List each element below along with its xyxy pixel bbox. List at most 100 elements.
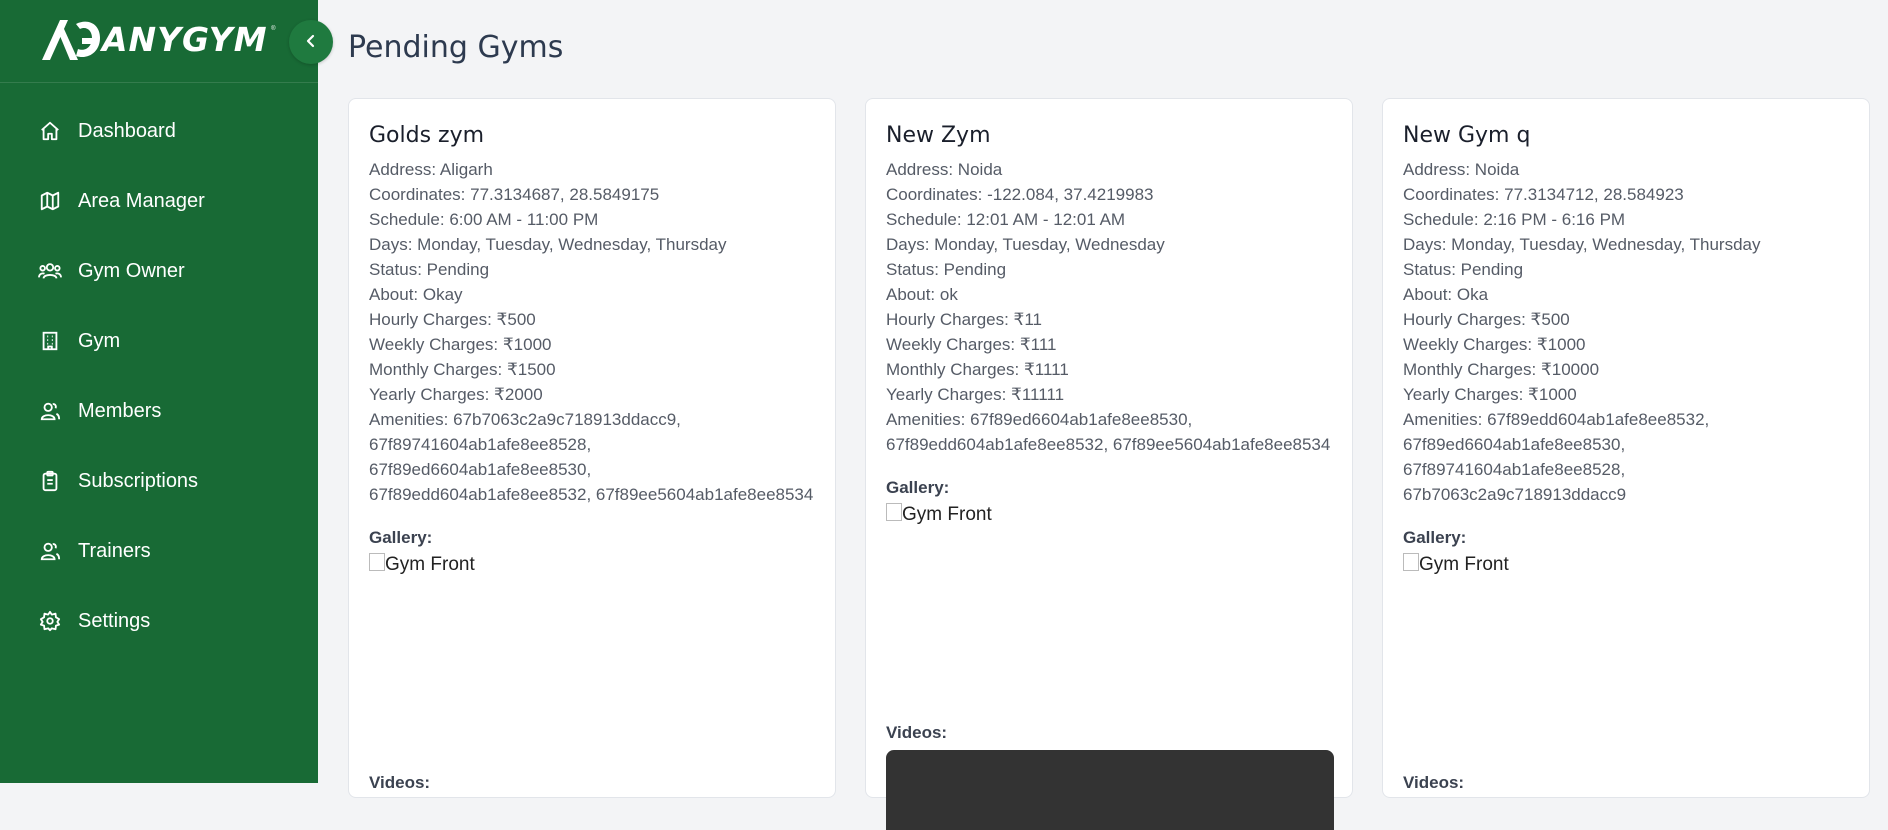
gym-about: About: Oka [1403,285,1489,304]
gym-amenities: 67f89edd604ab1afe8ee8532, 67f89ee5604ab1… [369,485,814,504]
user-pair-icon [38,539,62,563]
gym-schedule: Schedule: 2:16 PM - 6:16 PM [1403,210,1626,229]
gym-amenities: Amenities: 67f89edd604ab1afe8ee8532, [1403,410,1710,429]
page-title: Pending Gyms [348,30,564,65]
trademark-mark: ® [271,25,276,32]
gym-coordinates: Coordinates: -122.084, 37.4219983 [886,185,1154,204]
chevron-left-icon [304,34,318,51]
gym-status: Status: Pending [886,260,1007,279]
gym-amenities: 67f89edd604ab1afe8ee8532, 67f89ee5604ab1… [886,435,1331,454]
videos-heading: Videos: [886,723,948,742]
videos-heading: Videos: [369,773,431,792]
brand-logo[interactable]: ANYGYM ® [38,16,276,62]
gym-yearly-charges: Yearly Charges: ₹11111 [886,385,1065,404]
sidebar-item-trainers[interactable]: Trainers [0,516,318,586]
gym-days: Days: Monday, Tuesday, Wednesday, Thursd… [369,235,727,254]
gym-name: New Gym q [1403,123,1531,148]
map-icon [38,189,62,213]
sidebar-item-label: Gym [78,329,121,352]
gym-address: Address: Noida [886,160,1003,179]
gym-amenities: 67f89741604ab1afe8ee8528, [1403,460,1626,479]
broken-image-icon [1403,553,1419,571]
sidebar-item-settings[interactable]: Settings [0,586,318,656]
gym-amenities: 67b7063c2a9c718913ddacc9 [1403,485,1627,504]
sidebar-item-label: Trainers [78,539,151,562]
gym-amenities: Amenities: 67f89ed6604ab1afe8ee8530, [886,410,1193,429]
gym-address: Address: Noida [1403,160,1520,179]
gym-yearly-charges: Yearly Charges: ₹1000 [1403,385,1577,404]
gym-weekly-charges: Weekly Charges: ₹1000 [369,335,552,354]
collapse-sidebar-button[interactable] [289,20,333,64]
gym-yearly-charges: Yearly Charges: ₹2000 [369,385,543,404]
gym-coordinates: Coordinates: 77.3134712, 28.584923 [1403,185,1684,204]
home-icon [38,119,62,143]
gallery-image[interactable]: Gym Front [886,503,1332,527]
gallery-image-alt: Gym Front [902,504,992,525]
sidebar-item-gym-owner[interactable]: Gym Owner [0,236,318,306]
gallery-area [1403,577,1849,752]
sidebar-item-label: Dashboard [78,119,176,142]
video-player[interactable] [886,750,1334,830]
gym-card: Golds zym Address: Aligarh Coordinates: … [348,98,836,798]
gym-amenities: 67f89ed6604ab1afe8ee8530, [1403,435,1626,454]
gallery-heading: Gallery: [886,478,950,497]
main-content: Pending Gyms Golds zym Address: Aligarh … [318,0,1888,830]
sidebar-item-dashboard[interactable]: Dashboard [0,96,318,166]
gym-weekly-charges: Weekly Charges: ₹1000 [1403,335,1586,354]
gallery-image[interactable]: Gym Front [369,553,815,577]
gym-card: New Gym q Address: Noida Coordinates: 77… [1382,98,1870,798]
gym-amenities: Amenities: 67b7063c2a9c718913ddacc9, [369,410,681,429]
brand-mark-icon [42,20,100,60]
users-icon [38,259,62,283]
gym-hourly-charges: Hourly Charges: ₹500 [369,310,536,329]
user-pair-icon [38,399,62,423]
gym-days: Days: Monday, Tuesday, Wednesday, Thursd… [1403,235,1761,254]
gym-monthly-charges: Monthly Charges: ₹1111 [886,360,1069,379]
logo-bar: ANYGYM ® [0,0,318,83]
sidebar-item-subscriptions[interactable]: Subscriptions [0,446,318,516]
gym-status: Status: Pending [1403,260,1524,279]
brand-wordmark: ANYGYM ® [102,19,276,59]
gallery-area [369,577,815,752]
brand-name: ANYGYM [102,19,268,59]
sidebar-item-gym[interactable]: Gym [0,306,318,376]
gym-amenities: 67f89741604ab1afe8ee8528, [369,435,592,454]
gym-monthly-charges: Monthly Charges: ₹1500 [369,360,556,379]
sidebar-nav: Dashboard Area Manager Gym Owner Gym Mem… [0,96,318,656]
sidebar-item-label: Settings [78,609,151,632]
gallery-area [886,527,1332,702]
building-icon [38,329,62,353]
gym-coordinates: Coordinates: 77.3134687, 28.5849175 [369,185,660,204]
gym-about: About: Okay [369,285,463,304]
gym-schedule: Schedule: 12:01 AM - 12:01 AM [886,210,1126,229]
sidebar-item-label: Gym Owner [78,259,185,282]
gym-about: About: ok [886,285,958,304]
gym-monthly-charges: Monthly Charges: ₹10000 [1403,360,1600,379]
gear-icon [38,609,62,633]
gallery-image-alt: Gym Front [1419,554,1509,575]
gym-weekly-charges: Weekly Charges: ₹111 [886,335,1057,354]
broken-image-icon [369,553,385,571]
gym-address: Address: Aligarh [369,160,493,179]
clipboard-icon [38,469,62,493]
gym-card: New Zym Address: Noida Coordinates: -122… [865,98,1353,830]
videos-heading: Videos: [1403,773,1465,792]
gym-name: Golds zym [369,123,485,148]
gallery-heading: Gallery: [1403,528,1467,547]
gym-hourly-charges: Hourly Charges: ₹500 [1403,310,1570,329]
gym-days: Days: Monday, Tuesday, Wednesday [886,235,1165,254]
broken-image-icon [886,503,902,521]
sidebar-item-members[interactable]: Members [0,376,318,446]
gym-hourly-charges: Hourly Charges: ₹11 [886,310,1043,329]
gallery-image-alt: Gym Front [385,554,475,575]
gym-status: Status: Pending [369,260,490,279]
sidebar-item-label: Members [78,399,162,422]
gym-schedule: Schedule: 6:00 AM - 11:00 PM [369,210,599,229]
gym-amenities: 67f89ed6604ab1afe8ee8530, [369,460,592,479]
gym-name: New Zym [886,123,991,148]
sidebar-item-area-manager[interactable]: Area Manager [0,166,318,236]
gallery-image[interactable]: Gym Front [1403,553,1849,577]
gallery-heading: Gallery: [369,528,433,547]
sidebar-item-label: Area Manager [78,189,205,212]
sidebar: ANYGYM ® Dashboard Area Manager Gym Owne… [0,0,318,783]
